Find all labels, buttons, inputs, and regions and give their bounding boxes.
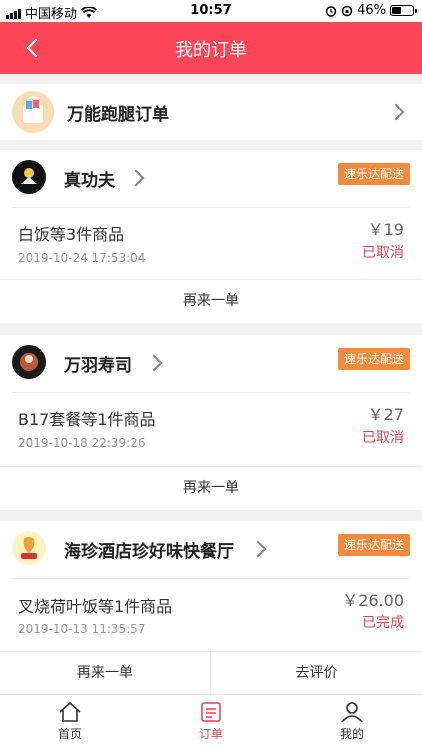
tab-profile-label: 我的 [339,727,364,741]
order-card: 真功夫 速乐达配送 白饭等3件商品 ￥19 2019-10-24 17:53:0… [0,150,422,323]
chevron-right-icon [127,169,145,187]
tab-orders[interactable]: 订单 [141,699,281,747]
tab-home[interactable]: 首页 [0,699,140,747]
order-price: ￥19 [367,220,404,239]
alarm-icon [325,5,337,17]
reorder-button[interactable]: 再来一单 [0,651,210,695]
shop-logo [12,531,46,565]
orientation-lock-icon [341,5,353,16]
status-bar: 中国移动 10:57 46% [0,0,422,22]
order-status: 已取消 [362,245,404,261]
shop-logo [12,160,46,194]
order-date: 2019-10-18 22:39:26 [18,436,146,450]
order-goods: 叉烧荷叶饭等1件商品 [18,597,173,616]
nav-bar: 我的订单 [0,22,422,74]
order-card: 海珍酒店珍好味快餐厅 速乐达配送 叉烧荷叶饭等1件商品 ￥26.00 2019-… [0,521,422,695]
shop-name: 万羽寿司 [64,356,132,376]
shop-logo [12,345,46,379]
shop-name: 海珍酒店珍好味快餐厅 [64,542,234,562]
tab-orders-label: 订单 [198,727,223,741]
tab-bar: 首页 订单 我的 [0,694,422,750]
chevron-right-icon [249,540,267,558]
errand-order-row[interactable]: 万能跑腿订单 [0,84,422,140]
order-price: ￥26.00 [342,591,404,610]
order-status: 已取消 [362,430,404,446]
chevron-right-icon [145,354,163,372]
chevron-right-icon [387,103,405,121]
delivery-tag: 速乐达配送 [337,163,410,185]
order-icon [201,702,221,722]
review-button[interactable]: 去评价 [211,651,422,695]
divider [12,578,410,579]
order-date: 2019-10-13 11:35:57 [18,622,146,636]
shop-header[interactable]: 万羽寿司 速乐达配送 [0,335,422,392]
reorder-button[interactable]: 再来一单 [0,466,422,510]
divider [12,207,410,208]
order-status: 已完成 [362,615,404,631]
shop-name: 真功夫 [64,171,115,191]
order-goods: 白饭等3件商品 [18,225,125,244]
profile-icon [341,702,363,723]
reorder-button[interactable]: 再来一单 [0,279,422,323]
order-card: 万羽寿司 速乐达配送 B17套餐等1件商品 ￥27 2019-10-18 22:… [0,335,422,510]
divider [12,392,410,393]
tab-home-label: 首页 [57,727,82,741]
battery-icon [390,5,417,16]
shop-header[interactable]: 真功夫 速乐达配送 [0,150,422,207]
errand-order-label: 万能跑腿订单 [67,105,169,125]
battery-percent: 46% [357,3,386,18]
page-title: 我的订单 [175,40,247,61]
order-goods: B17套餐等1件商品 [18,410,156,429]
tab-profile[interactable]: 我的 [282,699,422,747]
delivery-tag: 速乐达配送 [337,348,410,370]
home-icon [59,702,81,722]
errand-bag-icon [12,91,54,133]
delivery-tag: 速乐达配送 [337,534,410,556]
order-price: ￥27 [367,405,404,424]
shop-header[interactable]: 海珍酒店珍好味快餐厅 速乐达配送 [0,521,422,578]
order-date: 2019-10-24 17:53:04 [18,251,146,265]
